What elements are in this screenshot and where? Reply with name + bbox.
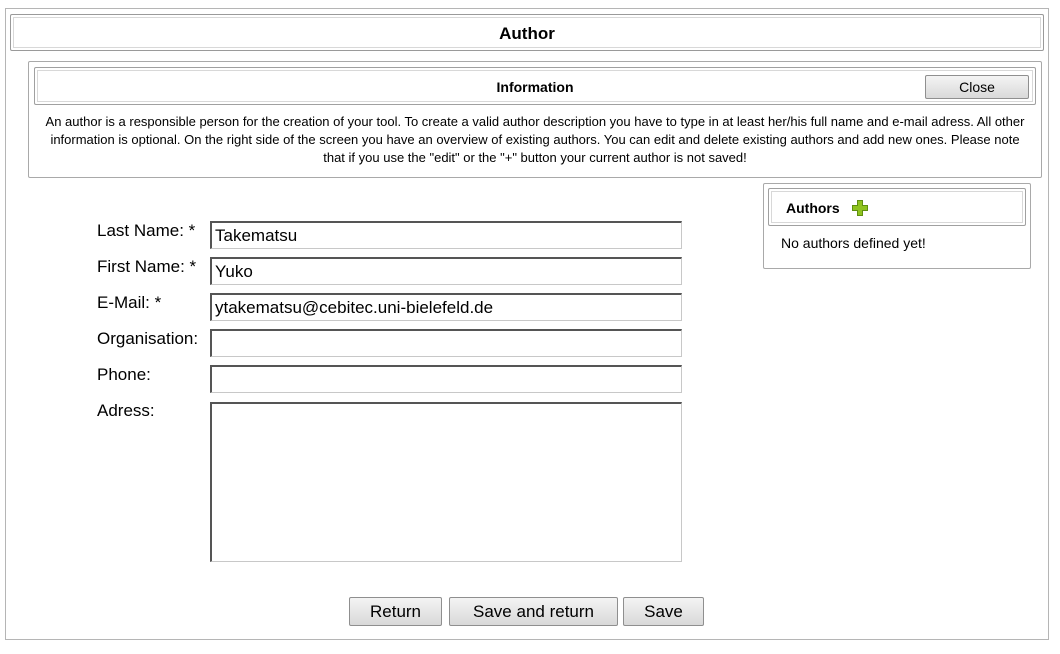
authors-panel: Authors No authors defined yet! — [763, 183, 1031, 269]
authors-header: Authors — [768, 188, 1026, 226]
phone-label: Phone: — [97, 365, 151, 384]
plus-icon[interactable] — [851, 199, 869, 217]
authors-empty-text: No authors defined yet! — [781, 235, 926, 251]
information-title: Information — [496, 79, 574, 95]
information-header: Information Close — [34, 67, 1036, 105]
authors-title: Authors — [786, 200, 840, 216]
information-panel: Information Close An author is a respons… — [28, 61, 1042, 178]
address-label: Adress: — [97, 401, 155, 420]
information-text: An author is a responsible person for th… — [45, 114, 1025, 165]
organisation-field[interactable] — [210, 329, 682, 357]
last-name-label: Last Name: * — [97, 221, 196, 240]
last-name-field[interactable] — [210, 221, 682, 249]
first-name-label: First Name: * — [97, 257, 197, 276]
save-button[interactable]: Save — [623, 597, 704, 626]
email-label: E-Mail: * — [97, 293, 162, 312]
address-field[interactable] — [210, 402, 682, 562]
dialog-title: Author — [10, 14, 1044, 51]
save-and-return-button[interactable]: Save and return — [449, 597, 618, 626]
return-button[interactable]: Return — [349, 597, 442, 626]
organisation-label: Organisation: — [97, 329, 199, 348]
email-field[interactable] — [210, 293, 682, 321]
phone-field[interactable] — [210, 365, 682, 393]
close-button[interactable]: Close — [925, 75, 1029, 99]
first-name-field[interactable] — [210, 257, 682, 285]
